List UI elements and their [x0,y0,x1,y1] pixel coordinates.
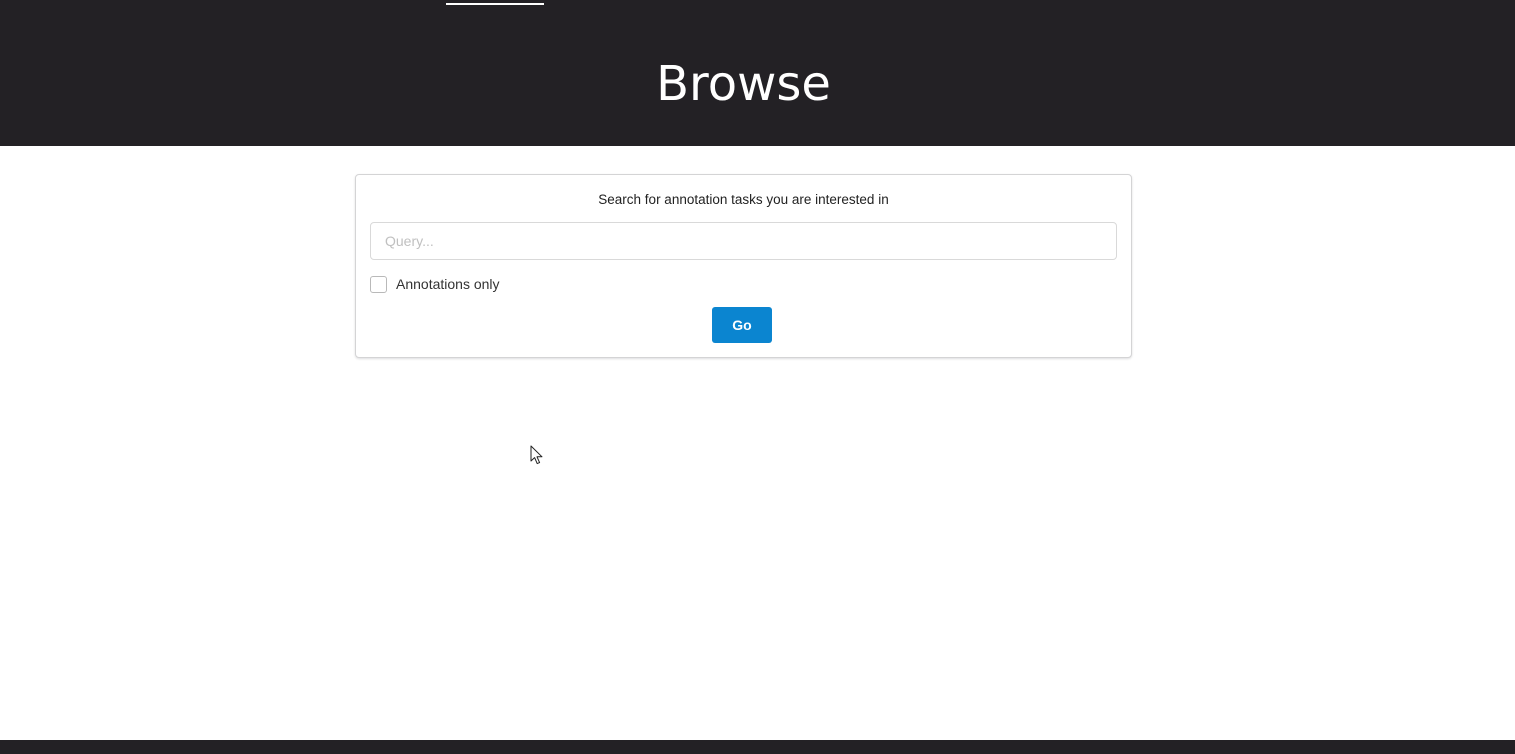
page-title: Browse [656,56,831,112]
annotations-only-checkbox[interactable] [370,275,387,293]
active-nav-indicator [446,3,544,5]
browse-page: Browse Search for annotation tasks you a… [0,0,1515,754]
mouse-pointer-icon [530,445,543,465]
search-heading: Search for annotation tasks you are inte… [598,192,889,207]
page-footer [0,740,1515,754]
go-button[interactable]: Go [712,307,772,343]
search-panel: Search for annotation tasks you are inte… [355,174,1132,358]
annotations-only-label: Annotations only [396,276,500,292]
query-input[interactable] [370,222,1117,260]
page-header: Browse [0,0,1515,146]
annotations-only-option[interactable]: Annotations only [370,275,500,293]
